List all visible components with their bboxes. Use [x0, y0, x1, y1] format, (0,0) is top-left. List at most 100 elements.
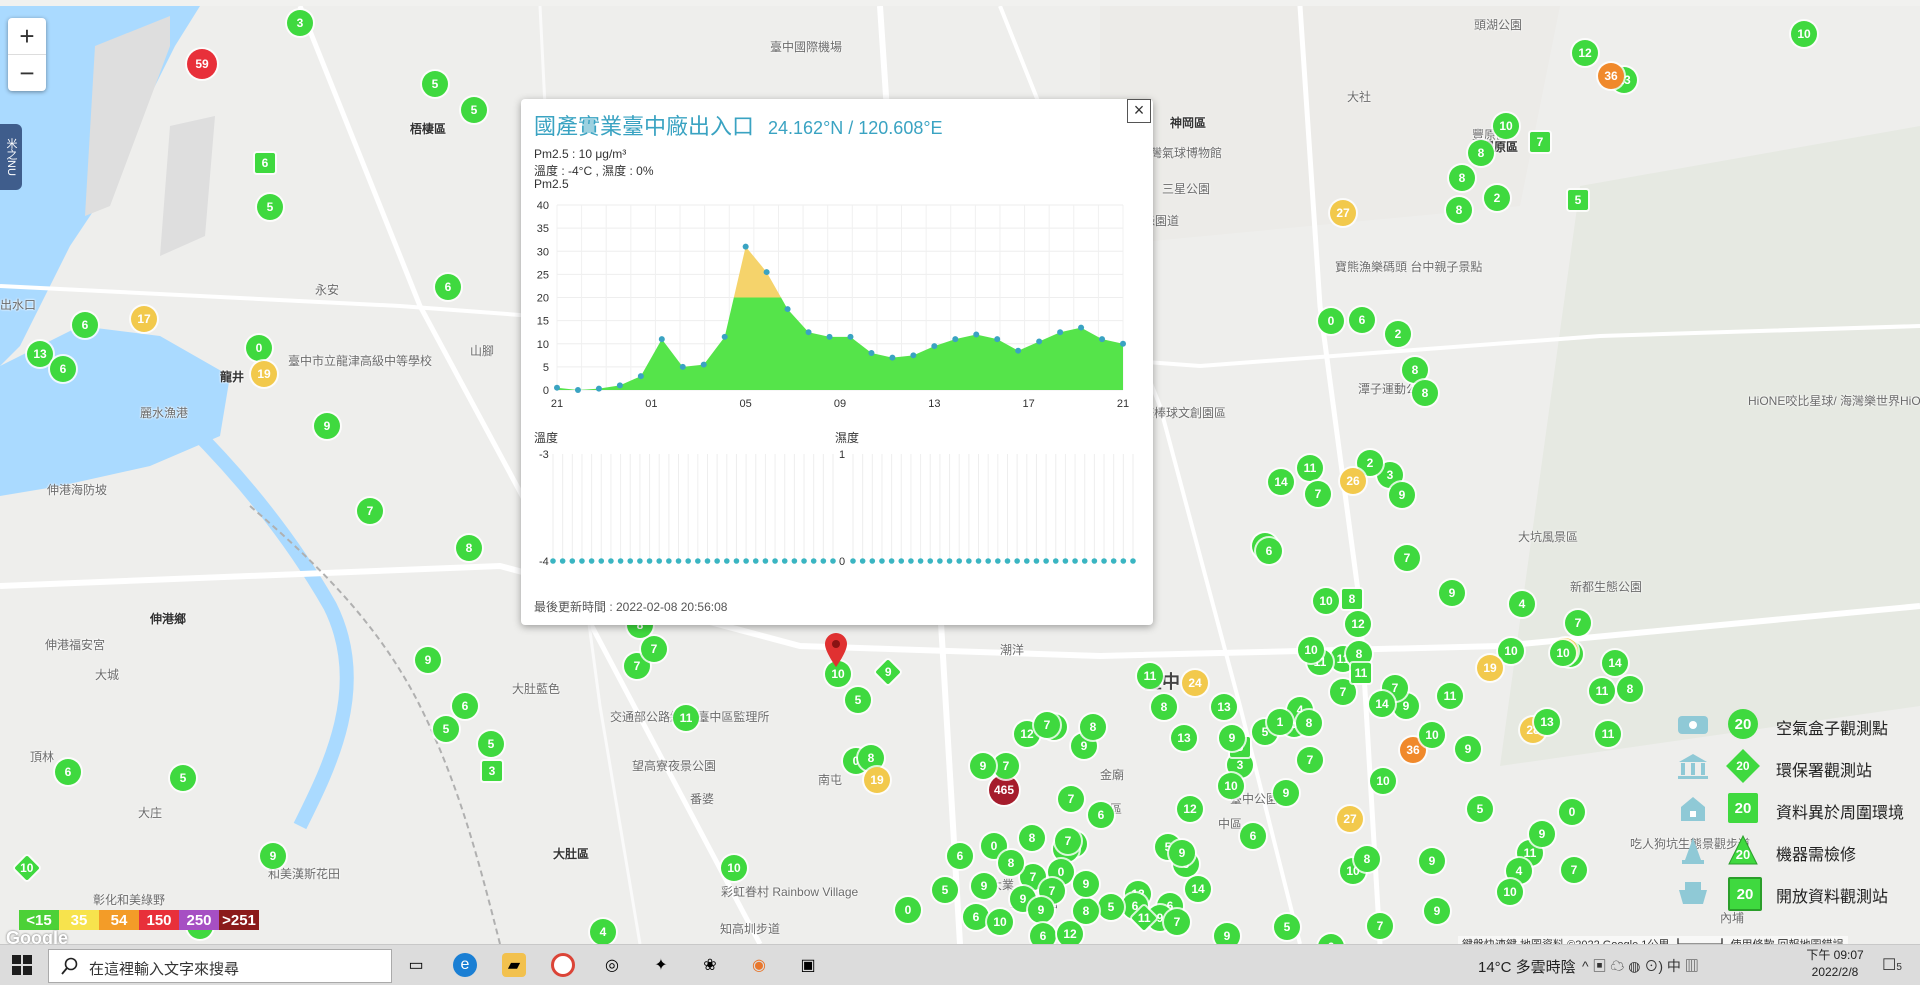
- station-marker[interactable]: 465: [989, 775, 1019, 805]
- station-marker[interactable]: 6: [1240, 823, 1266, 849]
- station-marker[interactable]: 14: [1268, 469, 1294, 495]
- station-marker[interactable]: 4: [590, 919, 616, 944]
- station-marker[interactable]: 7: [1164, 909, 1190, 935]
- app-icon-8[interactable]: ▣: [796, 953, 820, 977]
- station-marker[interactable]: 10: [1218, 773, 1244, 799]
- station-marker[interactable]: 6: [947, 843, 973, 869]
- station-marker[interactable]: 6: [55, 759, 81, 785]
- station-marker[interactable]: 6: [963, 904, 989, 930]
- station-marker[interactable]: 11: [1137, 663, 1163, 689]
- station-marker[interactable]: 9: [1424, 898, 1450, 924]
- station-marker[interactable]: 0: [1559, 799, 1585, 825]
- station-marker[interactable]: 11: [1589, 678, 1615, 704]
- station-marker[interactable]: 10: [721, 855, 747, 881]
- map[interactable]: 臺中國際機場梧棲區神岡區豐原區大社台灣氣球博物館三星公園潭雅神綠園道寶熊漁樂碼頭…: [0, 6, 1920, 944]
- station-marker[interactable]: 7: [1367, 913, 1393, 939]
- task-view-icon[interactable]: ▭: [404, 953, 428, 977]
- station-marker[interactable]: 8: [1446, 197, 1472, 223]
- station-marker[interactable]: 9: [415, 647, 441, 673]
- station-marker[interactable]: 5: [433, 716, 459, 742]
- station-marker[interactable]: 5: [1467, 796, 1493, 822]
- station-marker[interactable]: 10: [1550, 640, 1576, 666]
- station-marker[interactable]: 10: [1298, 637, 1324, 663]
- station-marker[interactable]: 9: [1028, 897, 1054, 923]
- station-marker[interactable]: 5: [478, 731, 504, 757]
- station-marker[interactable]: 1: [1267, 709, 1293, 735]
- station-marker[interactable]: 10: [1419, 722, 1445, 748]
- station-marker[interactable]: 7: [641, 636, 667, 662]
- station-marker[interactable]: 4: [1509, 591, 1535, 617]
- station-marker[interactable]: 7: [1055, 828, 1081, 854]
- side-panel-tab[interactable]: 米之NU: [0, 124, 22, 190]
- station-marker[interactable]: 13: [1534, 709, 1560, 735]
- chrome-browser-icon[interactable]: [551, 953, 575, 977]
- station-marker[interactable]: 9: [314, 413, 340, 439]
- station-marker[interactable]: 8: [1073, 898, 1099, 924]
- station-marker[interactable]: 9: [971, 873, 997, 899]
- station-marker[interactable]: 9: [1169, 840, 1195, 866]
- station-marker[interactable]: 19: [1477, 655, 1503, 681]
- station-marker[interactable]: 6: [72, 312, 98, 338]
- station-marker[interactable]: 6: [255, 153, 275, 173]
- station-marker[interactable]: 6: [452, 693, 478, 719]
- station-marker[interactable]: 6: [1088, 802, 1114, 828]
- station-marker[interactable]: 8: [1019, 825, 1045, 851]
- station-marker[interactable]: 7: [1565, 610, 1591, 636]
- location-pin-icon[interactable]: [823, 632, 849, 673]
- station-marker[interactable]: 9: [260, 843, 286, 869]
- station-marker[interactable]: 10: [1370, 768, 1396, 794]
- taskbar-search[interactable]: 在這裡輸入文字來搜尋: [48, 949, 392, 983]
- station-marker[interactable]: 5: [1274, 914, 1300, 940]
- station-marker[interactable]: 7: [1034, 712, 1060, 738]
- station-marker[interactable]: 9: [1273, 780, 1299, 806]
- station-marker[interactable]: 24: [1182, 670, 1208, 696]
- station-marker[interactable]: 7: [993, 753, 1019, 779]
- station-marker[interactable]: 13: [1211, 694, 1237, 720]
- station-marker[interactable]: 8: [1080, 714, 1106, 740]
- station-marker[interactable]: 14: [1185, 876, 1211, 902]
- station-marker[interactable]: 8: [1412, 380, 1438, 406]
- system-tray[interactable]: ^ ▣ ☁ ◍ ⊙) 中 ▥: [1582, 956, 1699, 976]
- station-marker[interactable]: 6: [50, 356, 76, 382]
- station-marker[interactable]: 12: [1177, 796, 1203, 822]
- station-marker[interactable]: 9: [1439, 580, 1465, 606]
- station-marker[interactable]: 12: [1345, 611, 1371, 637]
- station-marker[interactable]: 7: [357, 498, 383, 524]
- station-marker[interactable]: 9: [1219, 725, 1245, 751]
- station-marker[interactable]: 7: [1530, 132, 1550, 152]
- station-marker[interactable]: 17: [131, 306, 157, 332]
- station-marker[interactable]: 8: [1468, 140, 1494, 166]
- station-marker[interactable]: 9: [1073, 871, 1099, 897]
- station-marker[interactable]: 9: [1455, 736, 1481, 762]
- station-marker[interactable]: 11: [673, 705, 699, 731]
- station-marker[interactable]: 19: [864, 767, 890, 793]
- station-marker[interactable]: 0: [246, 335, 272, 361]
- station-marker[interactable]: 36: [1598, 63, 1624, 89]
- station-marker[interactable]: 8: [1354, 846, 1380, 872]
- app-icon-6[interactable]: ❀: [698, 953, 722, 977]
- clock[interactable]: 下午 09:07 2022/2/8: [1800, 947, 1870, 981]
- station-marker[interactable]: 10: [1791, 21, 1817, 47]
- station-marker[interactable]: 8: [1296, 710, 1322, 736]
- station-marker[interactable]: 7: [1058, 786, 1084, 812]
- map-attribution[interactable]: 鍵盤快速鍵 地圖資料 ©2022 Google 1公里 ┗━━━┛ 使用條款 回…: [1458, 936, 1848, 944]
- station-marker[interactable]: 3: [287, 10, 313, 36]
- app-icon-5[interactable]: ✦: [649, 953, 673, 977]
- station-marker[interactable]: 5: [1098, 894, 1124, 920]
- station-marker[interactable]: 8: [1151, 694, 1177, 720]
- zoom-out-button[interactable]: −: [8, 54, 46, 91]
- station-marker[interactable]: 59: [187, 49, 217, 79]
- edge-browser-icon[interactable]: e: [453, 953, 477, 977]
- zoom-in-button[interactable]: +: [8, 18, 46, 54]
- station-marker[interactable]: 10: [1313, 588, 1339, 614]
- station-marker[interactable]: 11: [1595, 721, 1621, 747]
- windows-start-icon[interactable]: [12, 955, 32, 975]
- station-marker[interactable]: 12: [1057, 921, 1083, 944]
- file-explorer-icon[interactable]: ▰: [502, 953, 526, 977]
- station-marker[interactable]: 5: [461, 97, 487, 123]
- station-marker[interactable]: 8: [998, 850, 1024, 876]
- compass-app-icon[interactable]: ◎: [600, 953, 624, 977]
- station-marker[interactable]: 5: [932, 877, 958, 903]
- station-marker[interactable]: 8: [1617, 676, 1643, 702]
- station-marker[interactable]: 14: [1602, 650, 1628, 676]
